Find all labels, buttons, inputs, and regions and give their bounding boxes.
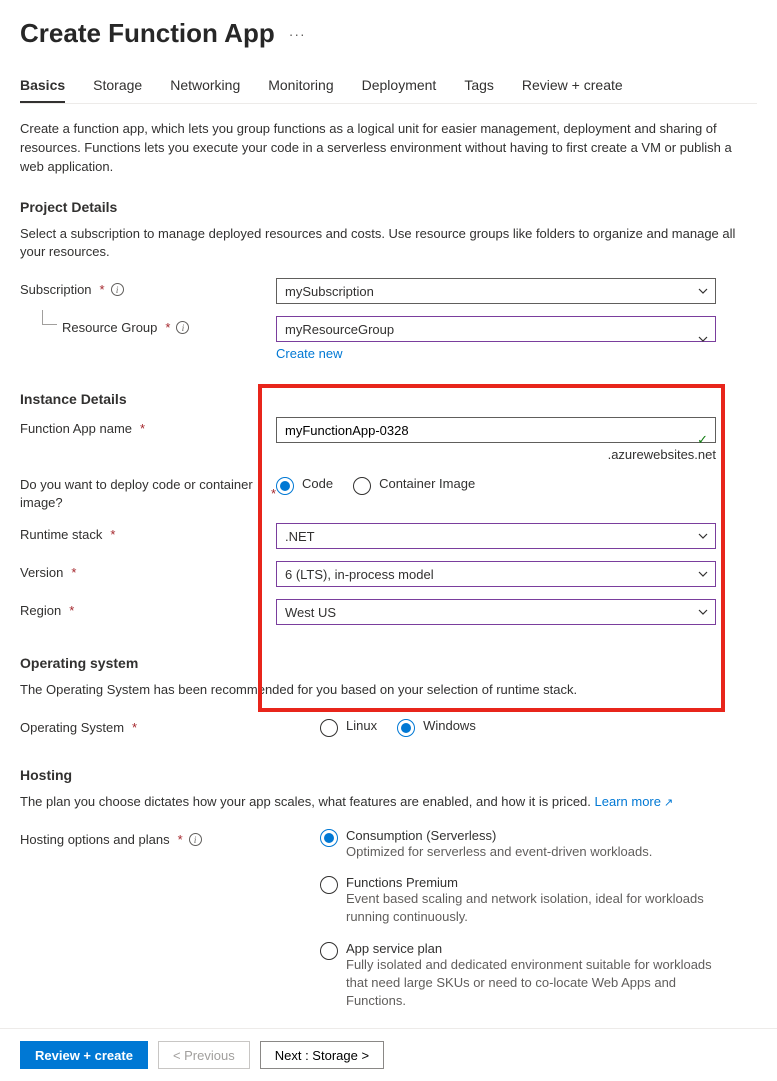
radio-icon [320,876,338,894]
required-marker: * [110,527,115,542]
subscription-label: Subscription [20,282,92,297]
radio-icon [320,942,338,960]
required-marker: * [132,720,137,735]
radio-icon [320,829,338,847]
radio-icon [353,477,371,495]
deploy-code-radio[interactable]: Code [276,476,333,495]
hosting-desc: The plan you choose dictates how your ap… [20,793,740,812]
deploy-container-radio[interactable]: Container Image [353,476,475,495]
previous-button: < Previous [158,1041,250,1069]
deploy-type-label: Do you want to deploy code or container … [20,476,263,511]
project-details-desc: Select a subscription to manage deployed… [20,225,740,263]
os-label: Operating System [20,720,124,735]
instance-details-heading: Instance Details [20,391,757,407]
region-select[interactable]: West US [276,599,716,625]
tab-deployment[interactable]: Deployment [362,77,437,103]
version-select[interactable]: 6 (LTS), in-process model [276,561,716,587]
review-create-button[interactable]: Review + create [20,1041,148,1069]
project-details-heading: Project Details [20,199,757,215]
runtime-stack-label: Runtime stack [20,527,102,542]
tab-bar: Basics Storage Networking Monitoring Dep… [20,77,757,104]
hosting-app-service-radio[interactable]: App service plan Fully isolated and dedi… [320,941,757,1011]
subscription-select[interactable]: mySubscription [276,278,716,304]
os-linux-radio[interactable]: Linux [320,718,377,737]
page-title: Create Function App [20,18,275,49]
radio-icon [320,719,338,737]
radio-icon [276,477,294,495]
tab-review-create[interactable]: Review + create [522,77,623,103]
info-icon[interactable]: i [189,833,202,846]
next-button[interactable]: Next : Storage > [260,1041,384,1069]
intro-text: Create a function app, which lets you gr… [20,120,740,177]
required-marker: * [71,565,76,580]
wizard-footer: Review + create < Previous Next : Storag… [0,1028,777,1081]
function-app-name-input[interactable] [276,417,716,443]
radio-icon [397,719,415,737]
check-icon: ✓ [697,432,708,448]
more-actions-icon[interactable]: ··· [289,26,306,42]
os-windows-radio[interactable]: Windows [397,718,476,737]
learn-more-link[interactable]: Learn more [595,794,674,809]
hosting-label: Hosting options and plans [20,832,170,847]
tab-basics[interactable]: Basics [20,77,65,103]
function-app-name-label: Function App name [20,421,132,436]
region-label: Region [20,603,61,618]
os-heading: Operating system [20,655,757,671]
os-desc: The Operating System has been recommende… [20,681,740,700]
required-marker: * [100,282,105,297]
required-marker: * [140,421,145,436]
tab-networking[interactable]: Networking [170,77,240,103]
hosting-premium-radio[interactable]: Functions Premium Event based scaling an… [320,875,757,926]
required-marker: * [178,832,183,847]
resource-group-label: Resource Group [62,320,157,335]
info-icon[interactable]: i [111,283,124,296]
runtime-stack-select[interactable]: .NET [276,523,716,549]
resource-group-select[interactable]: myResourceGroup [276,316,716,342]
domain-suffix: .azurewebsites.net [276,447,716,462]
required-marker: * [165,320,170,335]
create-new-link[interactable]: Create new [276,346,342,361]
hosting-consumption-radio[interactable]: Consumption (Serverless) Optimized for s… [320,828,757,861]
tab-tags[interactable]: Tags [464,77,494,103]
tab-monitoring[interactable]: Monitoring [268,77,333,103]
info-icon[interactable]: i [176,321,189,334]
required-marker: * [69,603,74,618]
version-label: Version [20,565,63,580]
tab-storage[interactable]: Storage [93,77,142,103]
hosting-heading: Hosting [20,767,757,783]
